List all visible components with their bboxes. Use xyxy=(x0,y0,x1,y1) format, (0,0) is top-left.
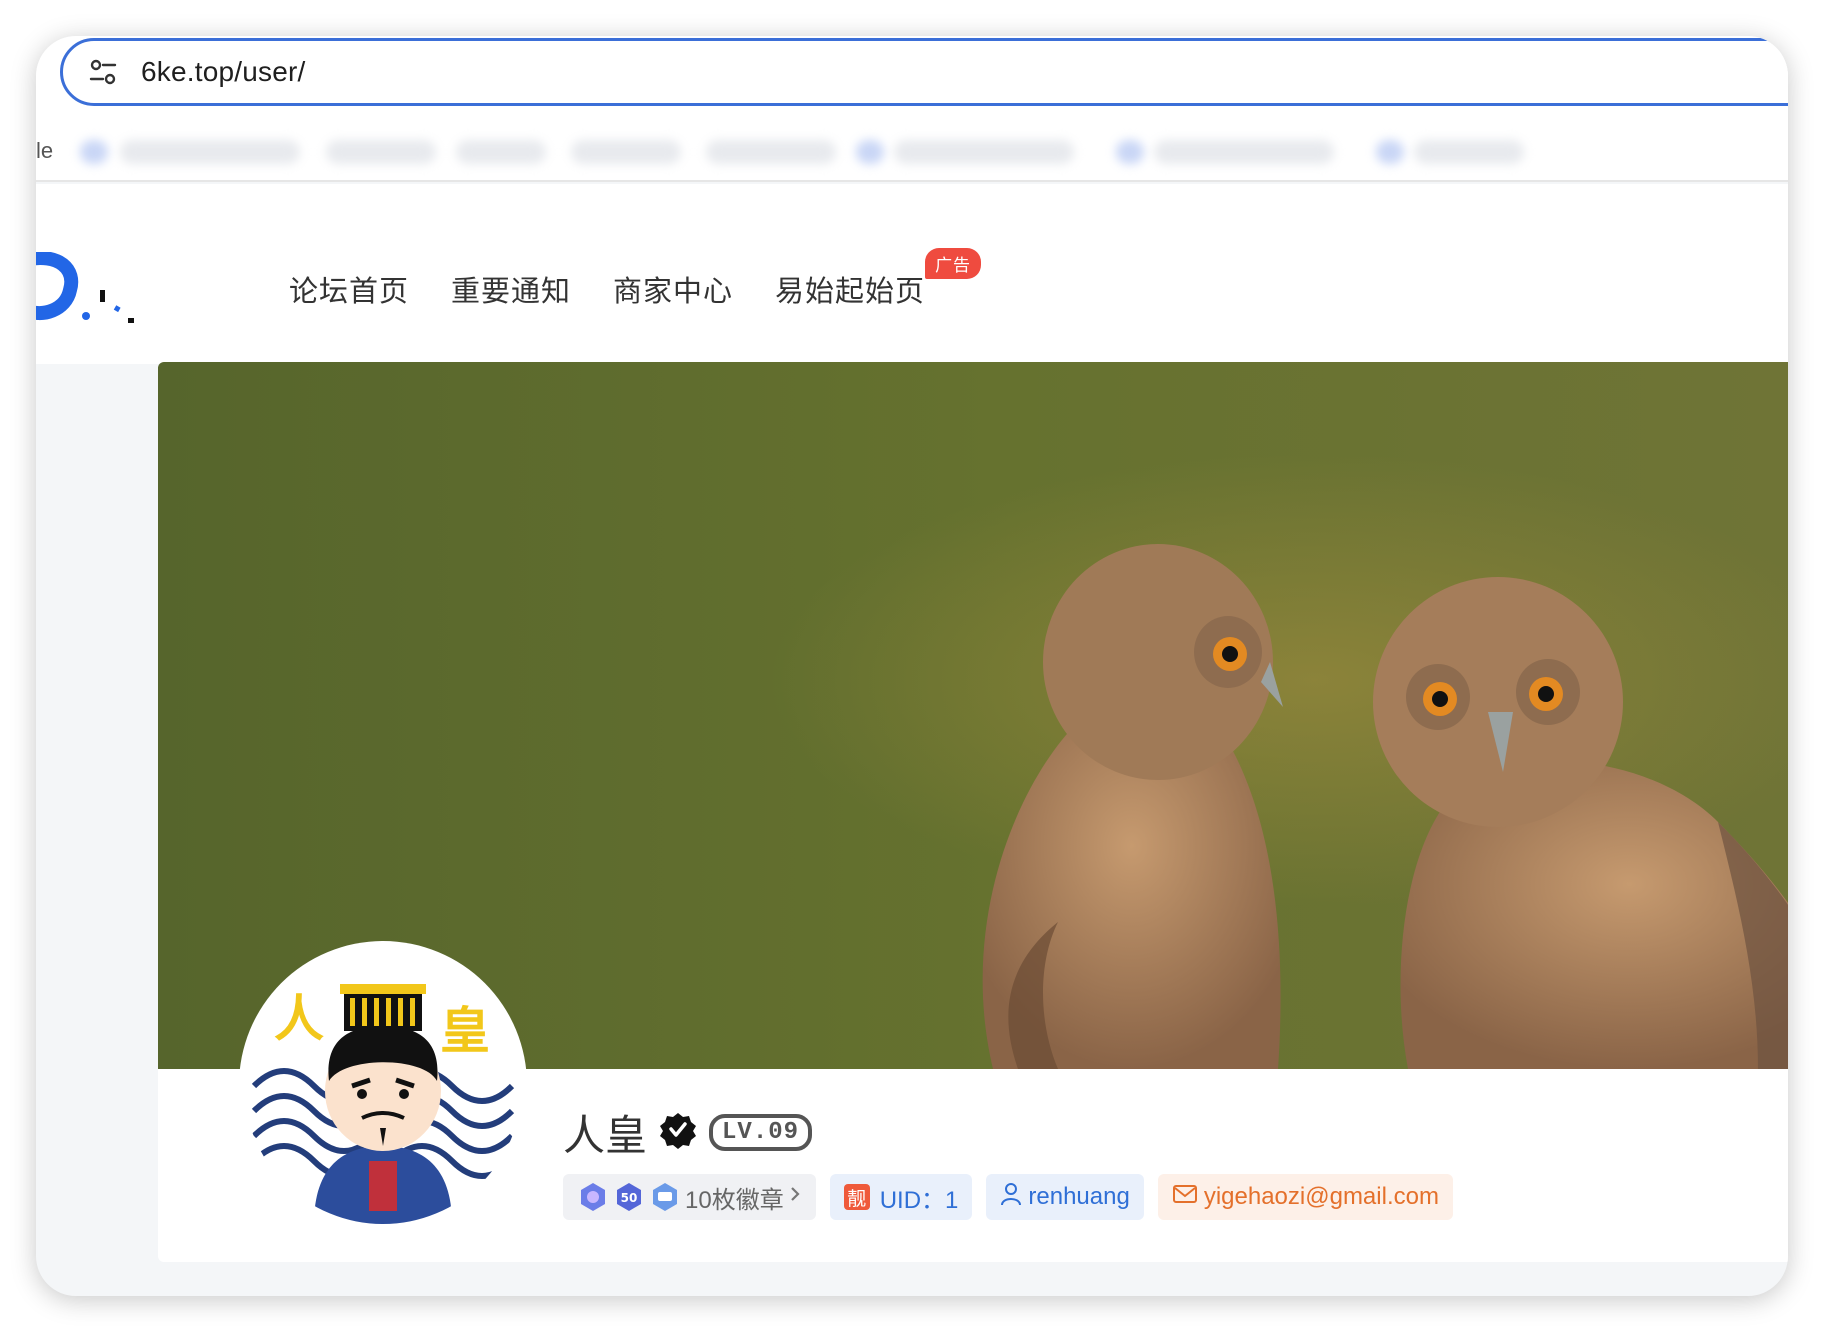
badge-count: 10枚徽章 xyxy=(685,1186,784,1214)
bookmark-edge-text: le xyxy=(36,138,54,163)
avatar-char-right: 皇 xyxy=(440,1002,490,1060)
bookmark-item[interactable] xyxy=(1154,140,1334,164)
bookmark-item[interactable] xyxy=(456,140,546,164)
profile-card: 人 皇 人皇 LV.09 50 10枚徽章 靓 UID：1 renhuang y… xyxy=(158,362,1788,1262)
level-badge: LV.09 xyxy=(709,1114,813,1151)
nav-forum-home[interactable]: 论坛首页 xyxy=(289,268,409,310)
bookmark-item[interactable] xyxy=(706,140,836,164)
email-chip[interactable]: yigehaozi@gmail.com xyxy=(1157,1174,1453,1220)
address-bar[interactable]: 6ke.top/user/ xyxy=(60,38,1788,106)
avatar[interactable]: 人 皇 xyxy=(244,946,522,1224)
uid-tag: 靓 xyxy=(843,1184,870,1210)
main-nav: 论坛首页 重要通知 商家中心 易始起始页 广告 xyxy=(289,248,982,310)
bookmark-item[interactable] xyxy=(80,140,108,164)
chat-medal-icon xyxy=(653,1183,677,1211)
badges-link[interactable]: 50 10枚徽章 xyxy=(563,1174,816,1220)
medal-icon xyxy=(581,1183,605,1211)
nav-start-page-label: 易始起始页 xyxy=(775,276,926,308)
user-icon xyxy=(1000,1182,1022,1213)
site-logo[interactable] xyxy=(36,252,140,328)
nav-important-notice[interactable]: 重要通知 xyxy=(451,268,571,310)
mail-icon xyxy=(1172,1183,1198,1211)
bookmark-item[interactable] xyxy=(326,140,436,164)
verified-check-icon xyxy=(659,1111,697,1154)
nav-merchant-center[interactable]: 商家中心 xyxy=(613,268,733,310)
username-text: renhuang xyxy=(1028,1183,1130,1210)
avatar-char-left: 人 xyxy=(274,990,324,1048)
name-row: 人皇 LV.09 xyxy=(563,1102,813,1163)
tune-icon[interactable] xyxy=(85,54,121,90)
medal-number: 50 xyxy=(621,1191,638,1205)
bookmark-item[interactable] xyxy=(1376,140,1404,164)
site-header: 论坛首页 重要通知 商家中心 易始起始页 广告 xyxy=(36,184,1788,364)
medal-icon: 50 xyxy=(617,1183,641,1211)
bookmark-item[interactable] xyxy=(894,140,1074,164)
bookmark-item[interactable] xyxy=(571,140,681,164)
ad-badge: 广告 xyxy=(925,248,982,279)
url-text[interactable]: 6ke.top/user/ xyxy=(141,56,305,88)
browser-window: 6ke.top/user/ le 论坛首页 重要通知 商家中心 易始起始页 广告… xyxy=(36,36,1788,1296)
profile-meta-row: 50 10枚徽章 靓 UID：1 renhuang yigehaozi@gmai… xyxy=(563,1174,1453,1220)
email-text[interactable]: yigehaozi@gmail.com xyxy=(1204,1183,1439,1211)
bookmarks-bar: le xyxy=(36,128,1788,182)
nav-start-page[interactable]: 易始起始页 广告 xyxy=(775,248,982,310)
chevron-right-icon xyxy=(788,1183,802,1211)
bookmark-item[interactable] xyxy=(856,140,884,164)
profile-name: 人皇 xyxy=(563,1112,648,1159)
uid-chip: 靓 UID：1 xyxy=(829,1174,973,1220)
username-chip: renhuang xyxy=(986,1174,1144,1220)
bookmark-item[interactable] xyxy=(1116,140,1144,164)
uid-text: UID：1 xyxy=(879,1186,959,1214)
bookmark-item[interactable] xyxy=(120,140,300,164)
bookmark-item[interactable] xyxy=(1414,140,1524,164)
